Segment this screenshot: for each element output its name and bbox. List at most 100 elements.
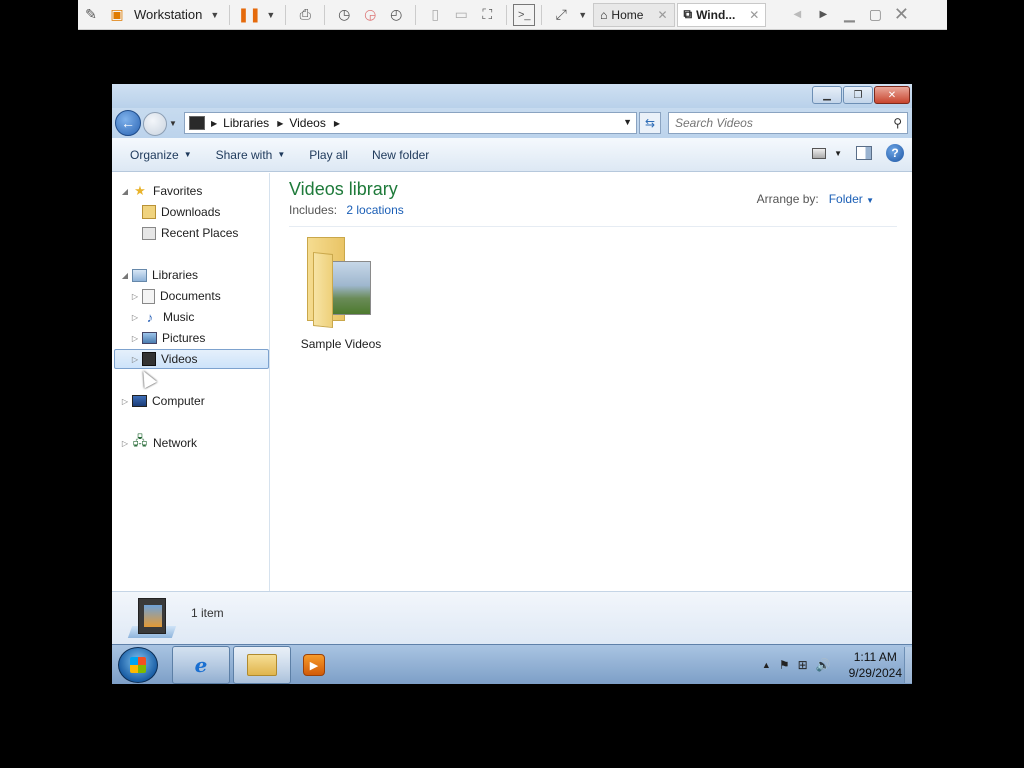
snapshot-manager-icon[interactable]: ◴: [383, 2, 409, 28]
chevron-right-icon[interactable]: ▶: [277, 119, 283, 128]
snapshot-take-icon[interactable]: ◷: [331, 2, 357, 28]
pictures-icon: [142, 332, 157, 344]
play-all-label: Play all: [309, 147, 348, 162]
workstation-logo-icon: ▣: [110, 6, 124, 22]
send-ctrl-alt-del-icon[interactable]: ⎙: [292, 2, 318, 28]
full-screen-icon[interactable]: ⛶: [474, 2, 500, 28]
taskbar-windows-explorer[interactable]: [233, 646, 291, 684]
nav-item-videos[interactable]: ▷ Videos: [114, 349, 269, 369]
scroll-tabs-right-icon[interactable]: ▶: [810, 2, 836, 28]
show-hidden-icons-icon[interactable]: ▲: [762, 660, 771, 670]
guest-screen: ▁ ❐ ✕ ← ▼ ▶ Libraries ▶ Videos ▶ ▼ ⇆ ⚲ O…: [112, 84, 912, 684]
collapse-icon[interactable]: ◢: [120, 187, 130, 196]
expand-icon[interactable]: ▷: [130, 334, 140, 343]
breadcrumb-videos[interactable]: Videos: [289, 116, 325, 130]
windows-logo-icon: [130, 657, 146, 673]
nav-item-recent-places[interactable]: Recent Places: [130, 223, 238, 243]
nav-item-favorites[interactable]: ◢ ★ Favorites: [120, 181, 202, 201]
chevron-right-icon[interactable]: ▶: [334, 119, 340, 128]
tab-windows[interactable]: ⧉ Wind... ✕: [676, 2, 767, 27]
snapshot-revert-icon[interactable]: ◶: [357, 2, 383, 28]
chevron-down-icon: ▼: [183, 150, 192, 159]
nav-label: Pictures: [162, 331, 206, 345]
collapse-icon[interactable]: ◢: [120, 271, 130, 280]
console-view-icon[interactable]: >_: [513, 3, 536, 26]
scroll-tabs-left-icon[interactable]: ◀: [784, 2, 810, 28]
taskbar-internet-explorer[interactable]: e: [172, 646, 230, 684]
close-icon[interactable]: ✕: [888, 2, 914, 28]
close-icon[interactable]: ✕: [657, 8, 667, 22]
expand-icon[interactable]: ▷: [120, 397, 130, 406]
tab-home[interactable]: ⌂ Home ✕: [593, 2, 675, 27]
library-view-icon[interactable]: ▯: [422, 2, 448, 28]
new-folder-label: New folder: [371, 147, 430, 162]
pause-icon[interactable]: ❚❚: [236, 2, 262, 28]
library-title: Videos library: [289, 179, 398, 199]
pin-icon[interactable]: ✎: [78, 2, 104, 28]
close-icon[interactable]: ✕: [749, 8, 759, 22]
change-view-button[interactable]: ▼: [812, 147, 842, 159]
nav-label: Documents: [160, 289, 221, 303]
window-titlebar[interactable]: ▁ ❐ ✕: [112, 84, 912, 108]
workstation-title[interactable]: Workstation: [134, 7, 202, 22]
folder-item[interactable]: Sample Videos: [296, 233, 386, 351]
close-button[interactable]: ✕: [874, 86, 910, 104]
expand-icon[interactable]: ▷: [120, 439, 130, 448]
address-row: ← ▼ ▶ Libraries ▶ Videos ▶ ▼ ⇆ ⚲: [112, 108, 912, 138]
chevron-down-icon: ▼: [277, 150, 286, 159]
new-folder-button[interactable]: New folder: [360, 142, 441, 168]
clock[interactable]: 1:11 AM 9/29/2024: [849, 649, 902, 681]
start-button[interactable]: [118, 647, 158, 683]
organize-button[interactable]: Organize ▼: [118, 142, 204, 168]
chevron-down-icon[interactable]: ▼: [834, 149, 842, 158]
maximize-button[interactable]: ❐: [843, 86, 873, 104]
back-button[interactable]: ←: [115, 110, 141, 136]
taskbar-media-player[interactable]: ▶: [294, 646, 334, 684]
search-icon[interactable]: ⚲: [893, 116, 902, 130]
arrange-by-dropdown[interactable]: Folder ▼: [829, 192, 874, 206]
search-input[interactable]: [675, 116, 875, 130]
nav-item-documents[interactable]: ▷ Documents: [130, 286, 221, 306]
nav-item-network[interactable]: ▷ 🖧 Network: [120, 433, 197, 453]
navigation-pane: ◢ ★ Favorites Downloads Recent Places ◢ …: [112, 173, 270, 591]
breadcrumb-libraries[interactable]: Libraries: [223, 116, 269, 130]
help-icon[interactable]: ?: [886, 144, 904, 162]
nav-item-music[interactable]: ▷ ♪ Music: [130, 307, 194, 327]
item-count: 1 item: [191, 606, 224, 620]
minimize-icon[interactable]: ▁: [836, 2, 862, 28]
recent-pages-dropdown-icon[interactable]: ▼: [169, 119, 177, 128]
expand-icon[interactable]: ▷: [130, 313, 140, 322]
preview-pane-icon[interactable]: [856, 146, 872, 160]
play-all-button[interactable]: Play all: [297, 142, 360, 168]
nav-item-computer[interactable]: ▷ Computer: [120, 391, 205, 411]
action-center-flag-icon[interactable]: ⚑: [779, 658, 790, 672]
power-dropdown-icon[interactable]: ▼: [266, 10, 275, 20]
search-box[interactable]: ⚲: [668, 112, 908, 134]
thumbnail-bar-icon[interactable]: ▭: [448, 2, 474, 28]
volume-icon[interactable]: 🔊: [816, 658, 831, 672]
address-bar[interactable]: ▶ Libraries ▶ Videos ▶ ▼: [184, 112, 637, 134]
folder-label: Sample Videos: [300, 337, 382, 351]
organize-label: Organize: [130, 147, 179, 162]
nav-item-downloads[interactable]: Downloads: [130, 202, 220, 222]
notification-area: ▲ ⚑ ⊞ 🔊 1:11 AM 9/29/2024: [762, 645, 902, 684]
network-status-icon[interactable]: ⊞: [798, 658, 808, 672]
workstation-menu-dropdown-icon[interactable]: ▼: [210, 10, 219, 20]
address-dropdown-icon[interactable]: ▼: [623, 117, 632, 127]
stretch-dropdown-icon[interactable]: ▼: [578, 10, 587, 20]
expand-icon[interactable]: ▷: [130, 292, 140, 301]
minimize-button[interactable]: ▁: [812, 86, 842, 104]
nav-item-libraries[interactable]: ◢ Libraries: [120, 265, 198, 285]
refresh-button[interactable]: ⇆: [639, 112, 661, 134]
home-icon: ⌂: [600, 7, 608, 22]
content-pane: Videos library Includes: 2 locations Arr…: [271, 173, 912, 591]
restore-icon[interactable]: ▢: [862, 2, 888, 28]
show-desktop-button[interactable]: [904, 647, 912, 683]
share-with-button[interactable]: Share with ▼: [204, 142, 298, 168]
stretch-guest-icon[interactable]: ⤢: [548, 2, 574, 28]
expand-icon[interactable]: ▷: [130, 355, 140, 364]
locations-link[interactable]: 2 locations: [346, 203, 403, 217]
nav-item-pictures[interactable]: ▷ Pictures: [130, 328, 205, 348]
chevron-right-icon[interactable]: ▶: [211, 119, 217, 128]
forward-button[interactable]: [143, 112, 167, 136]
